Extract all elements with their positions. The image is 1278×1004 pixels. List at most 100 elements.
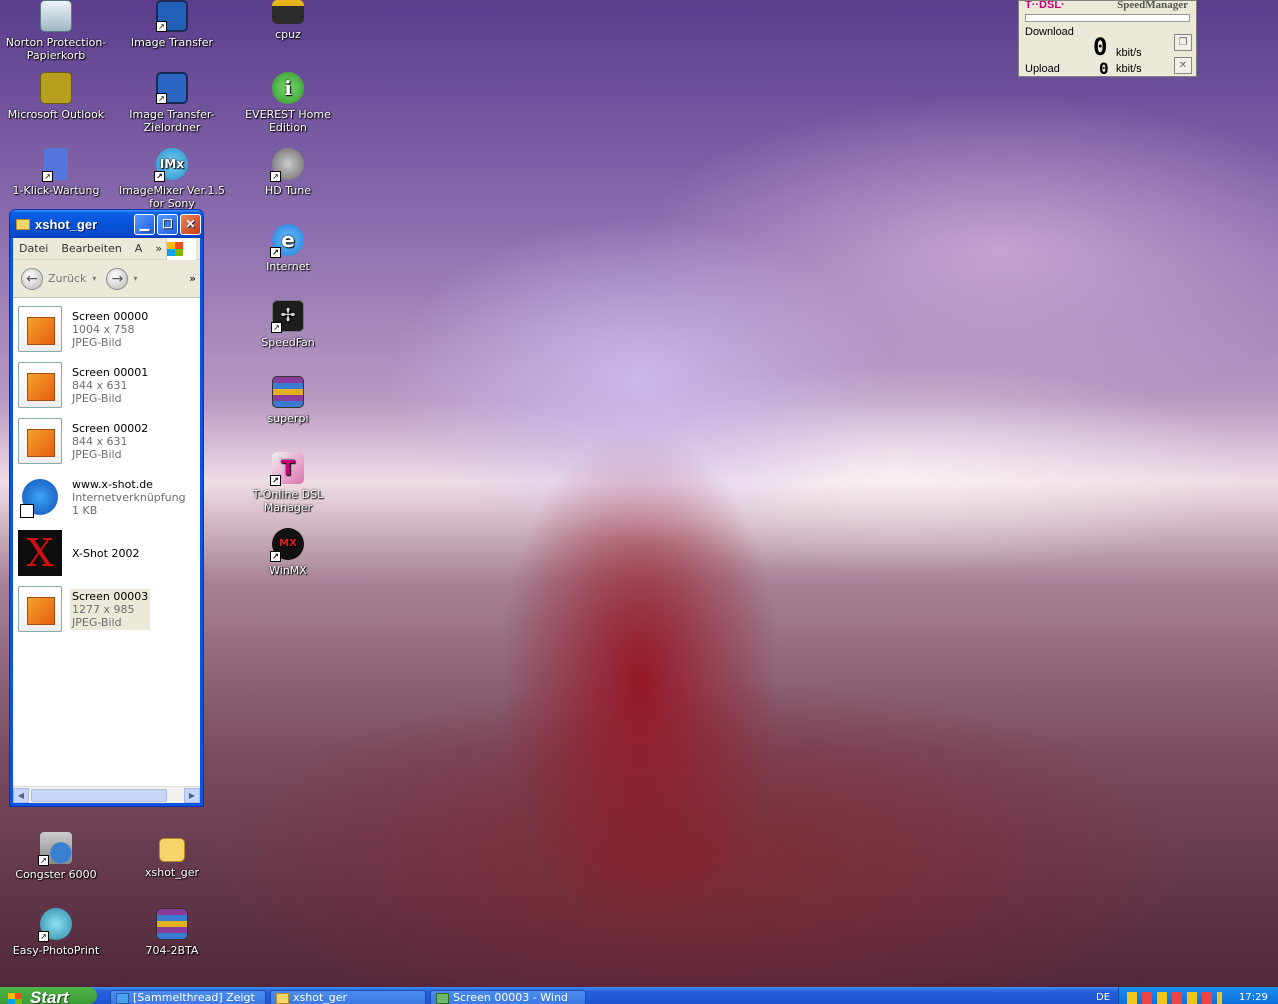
upload-label: Upload	[1025, 63, 1060, 75]
windows-logo	[166, 237, 197, 260]
t-online-icon: T ↗	[270, 452, 304, 486]
image-viewer-icon	[436, 993, 449, 1004]
tray-icons[interactable]	[1127, 992, 1222, 1004]
desktop-icon-microsoft-outlook[interactable]: Microsoft Outlook	[0, 72, 112, 121]
menu-overflow-chevron[interactable]: »	[155, 242, 162, 255]
file-name: Screen 00001	[72, 365, 149, 379]
back-arrow-icon[interactable]: ←	[21, 267, 43, 290]
start-button[interactable]: Start	[0, 987, 97, 1004]
maximize-button[interactable]: ☐	[157, 213, 178, 235]
desktop-icon-easy-photoprint[interactable]: ↗ Easy-PhotoPrint	[0, 908, 112, 957]
file-name: Screen 00000	[72, 309, 149, 323]
file-name: www.x-shot.de	[72, 477, 153, 491]
shortcut-arrow-icon: ↗	[156, 93, 167, 104]
file-item-selected[interactable]: Screen 00003 1277 x 985 JPEG-Bild	[13, 581, 200, 637]
scroll-right-icon[interactable]: ▶	[184, 787, 200, 803]
forward-dropdown-icon[interactable]: ▾	[133, 274, 137, 283]
file-item[interactable]: www.x-shot.de Internetverknüpfung 1 KB	[13, 469, 200, 525]
file-item[interactable]: Screen 00002 844 x 631 JPEG-Bild	[13, 413, 200, 469]
recycle-bin-icon	[40, 0, 72, 32]
desktop-icon-winmx[interactable]: MX ↗ WinMX	[232, 528, 344, 577]
speed-bar	[1025, 14, 1190, 22]
language-indicator[interactable]: DE	[1096, 992, 1110, 1003]
download-label: Download	[1025, 26, 1074, 38]
wrench-icon: ↗	[42, 148, 68, 182]
shortcut-arrow-icon: ↗	[270, 247, 281, 258]
taskbar: Start [Sammelthread] Zeigt xshot_ger Scr…	[0, 987, 1278, 1004]
desktop-icon-speedfan[interactable]: ✢ ↗ SpeedFan	[232, 300, 344, 349]
shortcut-arrow-icon: ↗	[270, 171, 281, 182]
windows-flag-icon	[8, 993, 22, 1004]
taskbar-item-browser[interactable]: [Sammelthread] Zeigt	[110, 990, 266, 1004]
close-icon[interactable]: ✕	[1174, 57, 1192, 74]
ie-icon: e ↗	[270, 224, 304, 258]
menu-ansicht[interactable]: A	[135, 242, 143, 255]
window-body: Datei Bearbeiten A » ← Zurück ▾ → ▾ » Sc…	[13, 237, 200, 803]
restore-icon[interactable]: ❐	[1174, 34, 1192, 51]
file-name: X-Shot 2002	[72, 546, 140, 560]
file-item[interactable]: Screen 00001 844 x 631 JPEG-Bild	[13, 357, 200, 413]
explorer-window: xshot_ger ▁ ☐ ✕ Datei Bearbeiten A » ← Z…	[9, 209, 204, 807]
info-icon: i	[272, 72, 304, 104]
internet-shortcut-icon	[18, 474, 62, 520]
desktop-icon-congster-6000[interactable]: ↗ Congster 6000	[0, 832, 112, 881]
horizontal-scrollbar[interactable]: ◀ ▶	[13, 786, 200, 803]
scroll-left-icon[interactable]: ◀	[13, 787, 29, 803]
toolbar-overflow-chevron[interactable]: »	[189, 272, 196, 285]
window-titlebar[interactable]: xshot_ger ▁ ☐ ✕	[10, 210, 203, 238]
desktop-icon-hd-tune[interactable]: ↗ HD Tune	[232, 148, 344, 197]
desktop-icon-704-2bta[interactable]: 704-2BTA	[116, 908, 228, 957]
file-item[interactable]: Screen 00000 1004 x 758 JPEG-Bild	[13, 301, 200, 357]
toolbar: ← Zurück ▾ → ▾ »	[13, 260, 200, 298]
close-button[interactable]: ✕	[180, 213, 201, 235]
desktop-icon-xshot-ger-folder[interactable]: xshot_ger	[116, 832, 228, 879]
network-globe-icon: ↗	[38, 832, 72, 866]
outlook-icon	[40, 72, 72, 104]
file-item[interactable]: X-Shot 2002	[13, 525, 200, 581]
taskbar-item-explorer[interactable]: xshot_ger	[270, 990, 426, 1004]
desktop-icon-imagemixer[interactable]: IMx ↗ ImageMixer Ver.1.5 for Sony	[116, 148, 228, 210]
jpeg-file-icon	[18, 586, 62, 632]
file-name: Screen 00002	[72, 421, 149, 435]
monitor-folder-icon: ↗	[156, 72, 188, 104]
file-type: JPEG-Bild	[72, 615, 122, 629]
jpeg-file-icon	[18, 306, 62, 352]
folder-icon	[159, 838, 185, 862]
back-button-label[interactable]: Zurück	[48, 272, 86, 285]
chip-icon	[272, 0, 304, 24]
shortcut-arrow-icon: ↗	[270, 551, 281, 562]
monitor-icon: ↗	[156, 0, 188, 32]
desktop: Norton Protection-Papierkorb Microsoft O…	[0, 0, 1278, 987]
file-info: Screen 00001 844 x 631 JPEG-Bild	[70, 365, 150, 406]
file-size: 1 KB	[72, 503, 98, 517]
desktop-icon-superpi[interactable]: superpi	[232, 376, 344, 425]
minimize-button[interactable]: ▁	[134, 213, 155, 235]
rar-archive-icon	[156, 908, 188, 940]
desktop-icon-internet[interactable]: e ↗ Internet	[232, 224, 344, 273]
file-info: Screen 00000 1004 x 758 JPEG-Bild	[70, 309, 150, 350]
desktop-icon-norton-recycle-bin[interactable]: Norton Protection-Papierkorb	[0, 0, 112, 62]
desktop-icon-image-transfer[interactable]: ↗ Image Transfer	[116, 0, 228, 49]
desktop-icon-t-online-dsl-manager[interactable]: T ↗ T-Online DSL Manager	[232, 452, 344, 514]
shortcut-arrow-icon: ↗	[42, 171, 53, 182]
back-dropdown-icon[interactable]: ▾	[92, 274, 96, 283]
desktop-icon-image-transfer-zielordner[interactable]: ↗ Image Transfer-Zielordner	[116, 72, 228, 134]
dsl-speedmanager-widget: T··DSL· SpeedManager Download 0 kbit/s U…	[1018, 0, 1197, 78]
menu-datei[interactable]: Datei	[19, 242, 48, 255]
desktop-icon-everest[interactable]: i EVEREST Home Edition	[232, 72, 344, 134]
window-title: xshot_ger	[35, 216, 98, 232]
file-type: JPEG-Bild	[72, 391, 122, 405]
desktop-icon-1-klick-wartung[interactable]: ↗ 1-Klick-Wartung	[0, 148, 112, 197]
clock[interactable]: 17:29	[1239, 992, 1268, 1003]
file-dimensions: 1277 x 985	[72, 602, 135, 616]
taskbar-item-image-viewer[interactable]: Screen 00003 - Wind	[430, 990, 586, 1004]
rar-archive-icon	[272, 376, 304, 408]
ie-icon	[116, 993, 129, 1004]
forward-arrow-icon[interactable]: →	[106, 267, 129, 290]
desktop-icon-cpuz[interactable]: cpuz	[232, 0, 344, 41]
shortcut-arrow-icon: ↗	[156, 21, 167, 32]
menu-bearbeiten[interactable]: Bearbeiten	[61, 242, 121, 255]
scroll-thumb[interactable]	[31, 788, 167, 802]
photoprint-icon: ↗	[38, 908, 72, 942]
file-dimensions: 1004 x 758	[72, 322, 135, 336]
